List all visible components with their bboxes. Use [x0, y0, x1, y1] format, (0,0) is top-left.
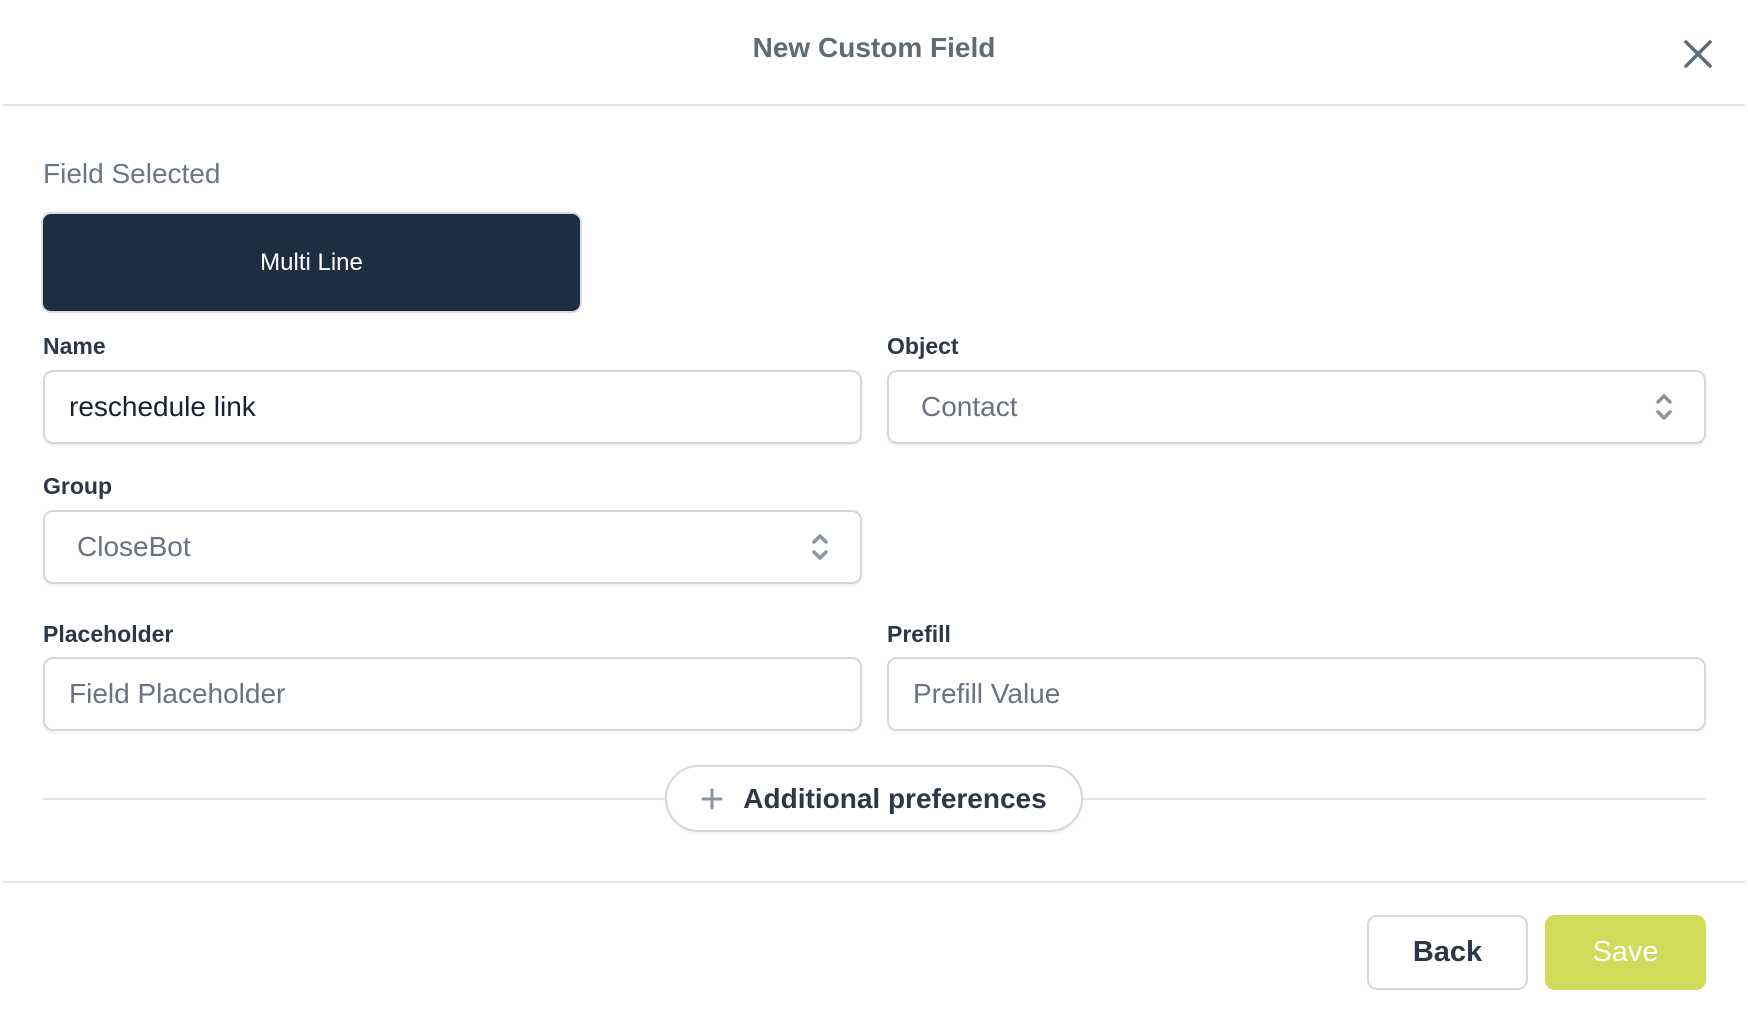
- preferences-divider-right: [1083, 798, 1706, 800]
- name-label: Name: [43, 333, 106, 359]
- up-down-chevron-icon: [1656, 394, 1672, 420]
- footer-divider: [3, 881, 1745, 883]
- object-select-value: Contact: [921, 391, 1018, 422]
- close-icon: [1684, 40, 1712, 68]
- selected-field-type[interactable]: Multi Line: [43, 214, 580, 311]
- additional-preferences-button[interactable]: Additional preferences: [665, 765, 1083, 832]
- save-button-label: Save: [1592, 936, 1659, 968]
- up-down-chevron-icon: [812, 534, 828, 560]
- object-select[interactable]: Contact: [887, 370, 1706, 444]
- back-button-label: Back: [1412, 936, 1483, 968]
- back-button[interactable]: Back: [1367, 915, 1528, 990]
- name-input[interactable]: reschedule link: [43, 370, 862, 444]
- plus-icon: [701, 788, 723, 809]
- header-divider: [3, 104, 1745, 106]
- group-select[interactable]: CloseBot: [43, 510, 862, 584]
- preferences-divider-left: [43, 798, 665, 800]
- field-type-label: Multi Line: [260, 248, 363, 276]
- prefill-label: Prefill: [887, 621, 951, 647]
- additional-preferences-label: Additional preferences: [743, 782, 1047, 814]
- prefill-input[interactable]: Prefill Value: [887, 657, 1706, 731]
- placeholder-input-placeholder: Field Placeholder: [69, 678, 286, 709]
- group-label: Group: [43, 473, 112, 499]
- name-input-value: reschedule link: [69, 391, 256, 422]
- prefill-input-placeholder: Prefill Value: [913, 678, 1061, 709]
- save-button[interactable]: Save: [1545, 915, 1706, 990]
- group-select-value: CloseBot: [77, 531, 191, 562]
- placeholder-label: Placeholder: [43, 621, 174, 647]
- close-button[interactable]: [1680, 36, 1716, 72]
- object-label: Object: [887, 333, 959, 359]
- placeholder-input[interactable]: Field Placeholder: [43, 657, 862, 731]
- dialog-title: New Custom Field: [752, 32, 996, 63]
- field-selected-label: Field Selected: [43, 158, 221, 189]
